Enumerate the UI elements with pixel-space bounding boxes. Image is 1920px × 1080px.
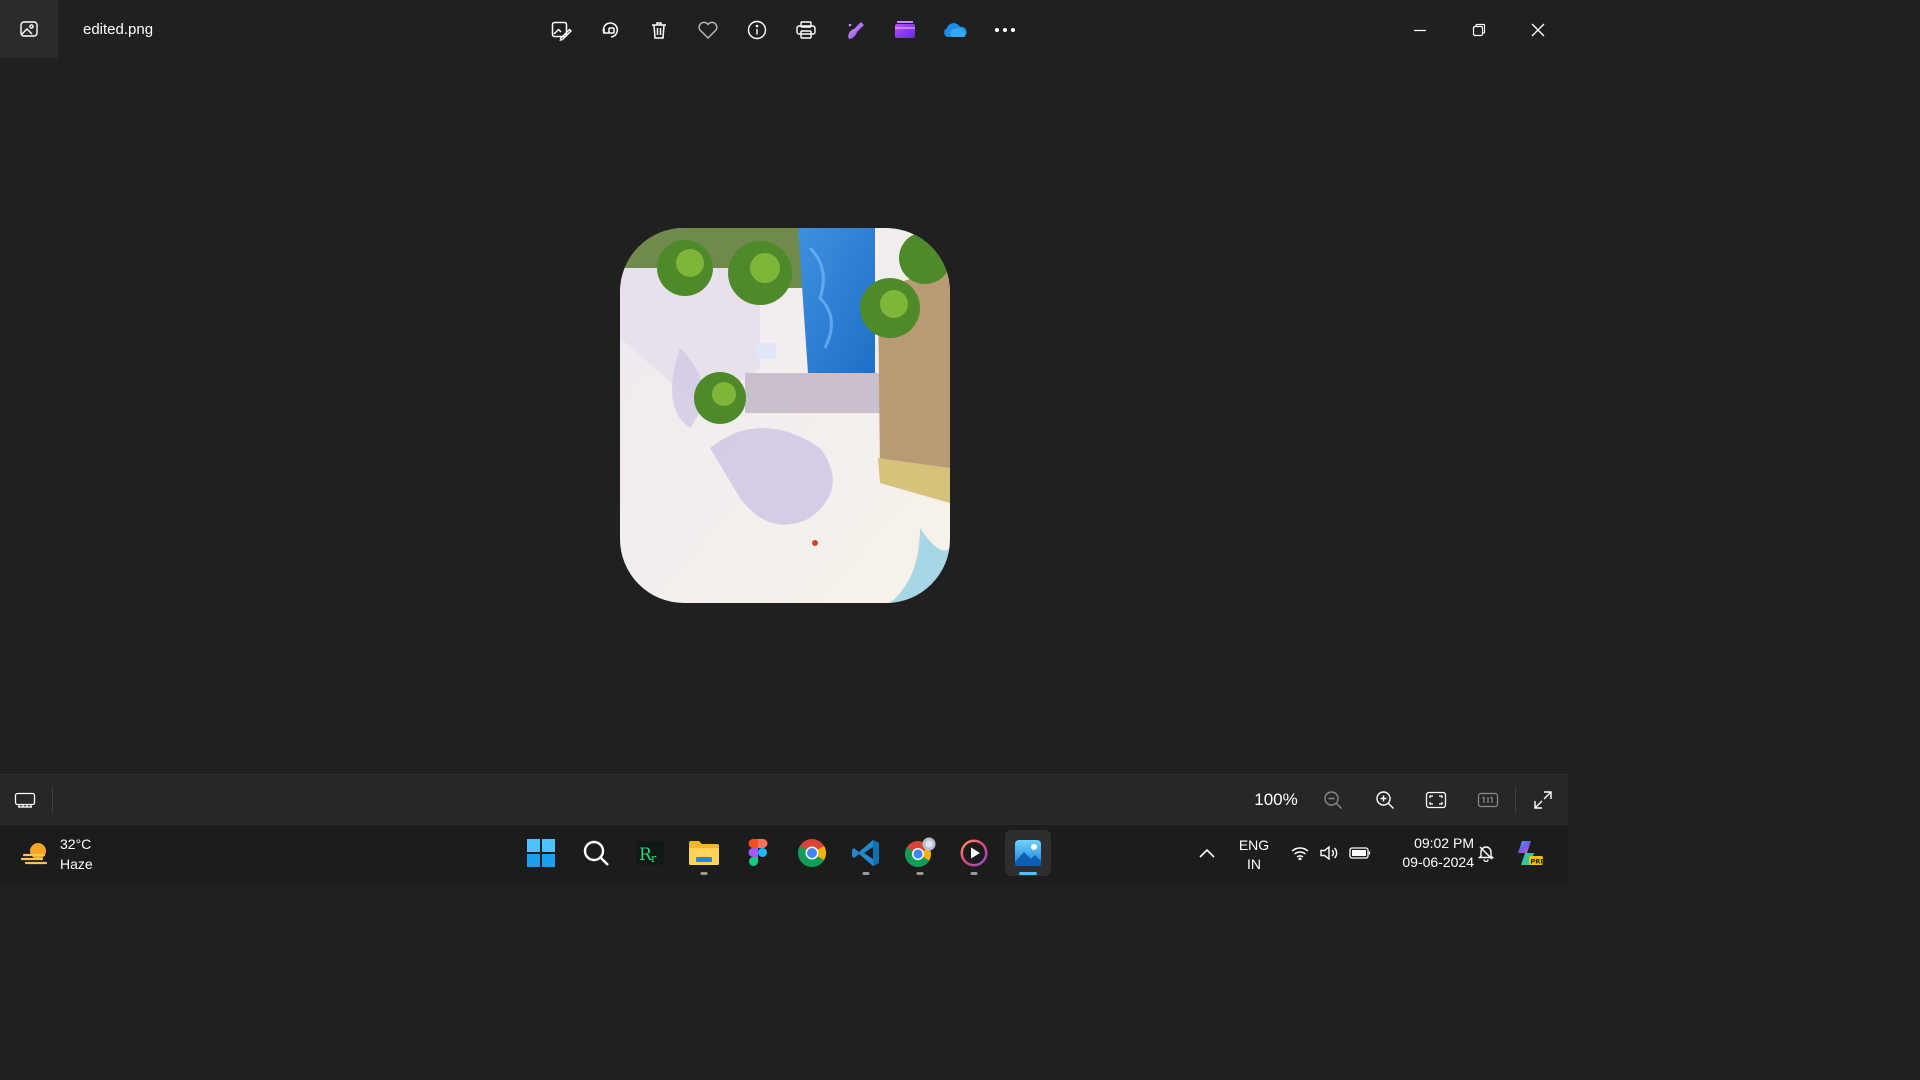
photos-taskbar-button[interactable] — [1005, 830, 1051, 876]
fullscreen-button[interactable] — [1528, 785, 1558, 815]
language-region: IN — [1247, 856, 1261, 872]
wifi-icon — [1291, 847, 1309, 860]
beach-photo-image — [620, 228, 950, 603]
search-button[interactable] — [573, 830, 619, 876]
edit-image-button[interactable] — [545, 14, 577, 46]
photos-icon — [1015, 840, 1041, 866]
running-indicator — [916, 872, 924, 875]
print-button[interactable] — [790, 14, 822, 46]
media-player-icon — [960, 839, 988, 867]
weather-widget[interactable]: 32°C Haze — [18, 831, 93, 877]
running-indicator — [970, 872, 978, 875]
delete-button[interactable] — [643, 14, 675, 46]
clock-time: 09:02 PM — [1414, 835, 1474, 851]
copilot-icon: PRE — [1518, 841, 1544, 866]
actual-size-icon — [1477, 792, 1499, 808]
figma-icon — [748, 839, 768, 866]
rotate-button[interactable] — [594, 14, 626, 46]
media-player-button[interactable] — [951, 830, 997, 876]
zoom-out-icon — [1324, 791, 1342, 809]
zoom-in-button[interactable] — [1370, 785, 1400, 815]
svg-text:r: r — [651, 852, 657, 865]
active-indicator — [1019, 872, 1037, 875]
onedrive-icon — [944, 23, 967, 37]
restore-icon — [1472, 23, 1486, 37]
clipchamp-button[interactable] — [889, 14, 921, 46]
window-title: edited.png — [83, 21, 154, 38]
chevron-up-icon — [1199, 848, 1215, 858]
vscode-icon — [852, 840, 879, 866]
copilot-button[interactable]: PRE — [1508, 830, 1548, 876]
favorite-icon — [698, 21, 718, 39]
clock[interactable]: 09:02 PM 09-06-2024 — [1382, 834, 1474, 872]
minimize-button[interactable] — [1404, 14, 1436, 46]
wifi-button[interactable] — [1286, 830, 1314, 876]
start-button[interactable] — [518, 830, 564, 876]
language-indicator[interactable]: ENG IN — [1233, 836, 1275, 874]
volume-icon — [1320, 845, 1338, 861]
info-icon — [747, 20, 767, 40]
zoom-in-icon — [1376, 791, 1394, 809]
fullscreen-icon — [1534, 791, 1552, 809]
volume-button[interactable] — [1315, 830, 1343, 876]
info-button[interactable] — [741, 14, 773, 46]
chrome-button[interactable] — [789, 830, 835, 876]
filmstrip-icon — [14, 792, 36, 808]
edit-image-icon — [551, 21, 572, 41]
figma-button[interactable] — [735, 830, 781, 876]
title-bar: edited.png — [0, 0, 1568, 58]
rotate-icon — [602, 22, 619, 38]
more-icon — [995, 28, 1015, 32]
minimize-icon — [1414, 29, 1426, 32]
notification-bell-icon — [1477, 846, 1495, 862]
fit-to-window-button[interactable] — [1421, 785, 1451, 815]
file-explorer-button[interactable] — [681, 830, 727, 876]
designer-button[interactable] — [840, 14, 872, 46]
favorite-button[interactable] — [692, 14, 724, 46]
notifications-button[interactable] — [1474, 830, 1498, 876]
close-icon — [1531, 23, 1545, 37]
close-button[interactable] — [1522, 14, 1554, 46]
vscode-button[interactable] — [843, 830, 889, 876]
chrome-profile-button[interactable] — [897, 830, 943, 876]
chrome-icon — [798, 839, 826, 867]
photos-app-button[interactable] — [0, 0, 58, 58]
restore-button[interactable] — [1463, 14, 1495, 46]
chrome-profile-icon — [905, 837, 936, 867]
language-code: ENG — [1238, 837, 1270, 853]
zoom-out-button[interactable] — [1318, 785, 1348, 815]
actual-size-button[interactable] — [1473, 785, 1503, 815]
zoom-level[interactable]: 100% — [1250, 785, 1302, 815]
taskbar: 32°C Haze R r ENG IN 09:02 PM 09-06-2024… — [0, 824, 1568, 883]
folder-icon — [689, 841, 719, 865]
displayed-image[interactable] — [620, 228, 950, 603]
delete-icon — [652, 22, 666, 39]
more-options-button[interactable] — [989, 14, 1021, 46]
show-hidden-icons-button[interactable] — [1186, 830, 1228, 876]
weather-description: Haze — [60, 856, 93, 872]
battery-icon — [1349, 847, 1371, 859]
weather-haze-icon — [20, 843, 48, 865]
battery-button[interactable] — [1345, 830, 1375, 876]
status-bar: 100% — [0, 774, 1568, 825]
windows-logo-icon — [527, 839, 555, 867]
app-rr-button[interactable]: R r — [627, 830, 673, 876]
fit-to-window-icon — [1425, 791, 1447, 809]
weather-temperature: 32°C — [60, 836, 92, 852]
svg-text:PRE: PRE — [1531, 858, 1544, 866]
search-icon — [583, 840, 609, 866]
status-divider-left — [52, 786, 53, 814]
filmstrip-button[interactable] — [10, 785, 40, 815]
running-indicator — [862, 872, 870, 875]
running-indicator — [700, 872, 708, 875]
clock-date: 09-06-2024 — [1402, 854, 1474, 870]
designer-icon — [848, 22, 864, 39]
onedrive-button[interactable] — [938, 14, 970, 46]
rr-app-icon: R r — [636, 841, 664, 865]
photos-app-icon — [20, 21, 38, 37]
clipchamp-icon — [895, 21, 915, 38]
status-divider-right — [1515, 786, 1516, 814]
print-icon — [796, 21, 816, 39]
